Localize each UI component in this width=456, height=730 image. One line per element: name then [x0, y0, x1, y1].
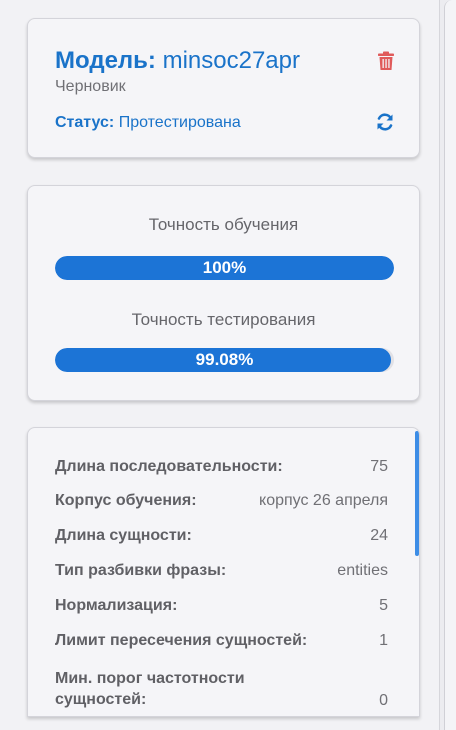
param-value: entities: [337, 562, 388, 579]
param-label: Тип разбивки фразы:: [55, 562, 227, 579]
param-row: Корпус обучения: корпус 26 апреля: [55, 492, 388, 510]
param-row: Длина последовательности: 75: [55, 458, 388, 476]
test-accuracy-label: Точность тестирования: [131, 310, 316, 329]
model-status: Статус: Протестирована: [55, 114, 241, 132]
param-label: Лимит пересечения сущностей:: [55, 632, 308, 649]
param-row: Тип разбивки фразы: entities: [55, 562, 388, 580]
param-value: 75: [370, 458, 388, 475]
param-label: Нормализация:: [55, 597, 178, 614]
trash-icon[interactable]: [377, 51, 395, 71]
refresh-icon[interactable]: [375, 112, 395, 132]
param-value: 5: [379, 597, 388, 614]
test-accuracy-bar: 99.08%: [55, 348, 394, 372]
param-row: Лимит пересечения сущностей: 1: [55, 632, 388, 650]
param-value: 1: [379, 632, 388, 649]
param-label: Мин. порог частотности сущностей:: [55, 670, 245, 708]
train-accuracy-label: Точность обучения: [148, 215, 299, 234]
scrollbar-thumb[interactable]: [415, 431, 419, 556]
param-value: 0: [379, 692, 388, 709]
param-row: Длина сущности: 24: [55, 527, 388, 545]
param-value: корпус 26 апреля: [259, 492, 388, 509]
model-subtitle: Черновик: [55, 78, 126, 95]
model-title-prefix: Модель:: [55, 47, 156, 74]
param-label: Длина сущности:: [55, 527, 192, 544]
param-row: Мин. порог частотности сущностей: 0: [55, 668, 388, 710]
model-panel: Модель: minsoc27apr Черновик Статус: Про…: [0, 0, 440, 730]
model-title: Модель: minsoc27apr: [55, 47, 300, 75]
test-accuracy-value: 99.08%: [195, 350, 254, 369]
params-card[interactable]: Длина последовательности: 75 Корпус обуч…: [27, 427, 420, 717]
status-prefix: Статус:: [55, 114, 115, 131]
side-panel-edge: [444, 0, 456, 730]
model-name: minsoc27apr: [162, 47, 300, 74]
param-label: Корпус обучения:: [55, 492, 197, 509]
accuracy-card: Точность обучения 100% Точность тестиров…: [27, 185, 420, 401]
train-accuracy-value: 100%: [202, 258, 247, 277]
param-row: Нормализация: 5: [55, 597, 388, 615]
model-card: Модель: minsoc27apr Черновик Статус: Про…: [27, 18, 420, 158]
param-label: Длина последовательности:: [55, 458, 283, 475]
param-value: 24: [370, 527, 388, 544]
status-value: Протестирована: [118, 114, 241, 131]
train-accuracy-bar: 100%: [55, 256, 394, 280]
